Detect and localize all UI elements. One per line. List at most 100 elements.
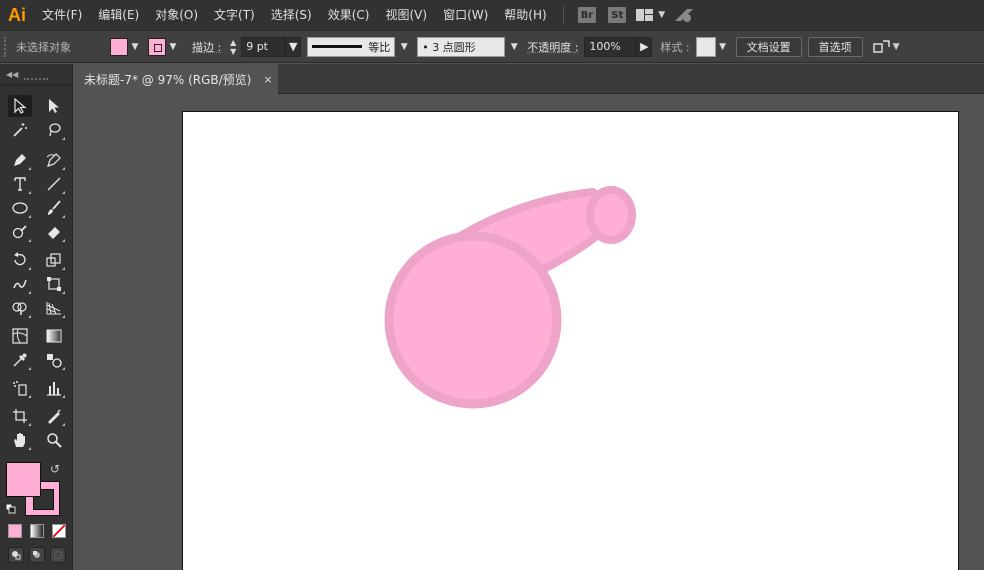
magic-wand-tool[interactable] (8, 119, 32, 141)
tools-panel-grip[interactable] (24, 78, 48, 80)
draw-inside-button[interactable] (50, 547, 66, 563)
slice-tool[interactable] (42, 405, 66, 427)
eraser-icon (48, 227, 60, 239)
menu-view[interactable]: 视图(V) (377, 0, 435, 30)
menu-object[interactable]: 对象(O) (147, 0, 206, 30)
direct-selection-tool[interactable] (42, 95, 66, 117)
blend-tool[interactable] (42, 349, 66, 371)
stroke-weight-stepper[interactable]: ▲ ▼ (227, 37, 239, 57)
swap-fill-stroke-icon[interactable]: ↺ (50, 462, 60, 476)
stroke-weight-input[interactable]: 9 pt (241, 36, 286, 57)
menu-help[interactable]: 帮助(H) (496, 0, 554, 30)
chevron-down-icon: ▼ (892, 41, 900, 52)
default-colors-icon[interactable] (6, 504, 16, 514)
document-tab[interactable]: 未标题-7* @ 97% (RGB/预览) × (74, 64, 278, 94)
line-tool[interactable] (42, 173, 66, 195)
artboard[interactable] (182, 111, 959, 570)
graphic-style-swatch[interactable] (695, 36, 716, 57)
perspective-grid-icon (46, 302, 61, 315)
whistle-body-shape[interactable] (384, 231, 562, 409)
curvature-tool[interactable] (42, 149, 66, 171)
style-label: 样式 : (660, 40, 690, 54)
chevron-down-icon[interactable]: ▼ (166, 38, 180, 56)
rotate-tool[interactable] (8, 249, 32, 271)
menu-edit[interactable]: 编辑(E) (90, 0, 147, 30)
draw-normal-icon (12, 551, 21, 560)
type-icon (14, 177, 26, 191)
stroke-profile-preview (312, 45, 363, 48)
warp-tool[interactable] (8, 273, 32, 295)
perspective-grid-tool[interactable] (42, 297, 66, 319)
type-tool[interactable] (8, 173, 32, 195)
symbol-sprayer-icon (13, 381, 27, 396)
gradient-mode-button[interactable] (30, 524, 44, 538)
lasso-tool[interactable] (42, 119, 66, 141)
draw-behind-button[interactable] (29, 547, 45, 563)
eraser-tool[interactable] (42, 221, 66, 243)
close-icon[interactable]: × (263, 73, 272, 86)
line-icon (47, 177, 61, 191)
control-bar-grip[interactable] (4, 36, 10, 57)
lasso-icon (49, 123, 61, 137)
drawing-mode-row (8, 547, 66, 563)
pen-tool[interactable] (8, 149, 32, 171)
artwork[interactable] (183, 112, 960, 570)
preferences-button[interactable]: 首选项 (807, 36, 863, 57)
zoom-tool[interactable] (42, 429, 66, 451)
free-transform-tool[interactable] (42, 273, 66, 295)
whistle-mouthpiece-shape[interactable] (586, 186, 636, 244)
draw-normal-button[interactable] (8, 547, 24, 563)
chevron-down-icon[interactable]: ▼ (507, 38, 521, 56)
shaper-icon (12, 225, 27, 239)
fill-swatch[interactable] (110, 37, 128, 56)
selection-tool[interactable] (8, 95, 32, 117)
slice-icon (48, 409, 61, 424)
eyedropper-tool[interactable] (8, 349, 32, 371)
gpu-performance-icon[interactable] (673, 7, 695, 23)
opacity-input[interactable]: 100% (584, 36, 637, 57)
symbol-sprayer-tool[interactable] (8, 377, 32, 399)
brush-definition-select[interactable]: • 3 点圆形 (417, 36, 506, 57)
canvas-area[interactable] (74, 95, 984, 570)
column-graph-tool[interactable] (42, 377, 66, 399)
workspace-layout-icon[interactable]: ▼ (636, 8, 665, 22)
bridge-icon[interactable]: Br (577, 7, 597, 23)
menu-separator (562, 6, 564, 24)
stroke-profile-label: 等比 (368, 40, 391, 54)
curvature-icon (46, 153, 61, 167)
paintbrush-tool[interactable] (42, 197, 66, 219)
mesh-tool[interactable] (8, 325, 32, 347)
chevron-down-icon[interactable]: ▼ (285, 36, 302, 57)
chevron-down-icon[interactable]: ▼ (716, 38, 730, 56)
menu-file[interactable]: 文件(F) (34, 0, 90, 30)
tools-panel-header[interactable]: ◀◀ (0, 64, 72, 86)
menu-type[interactable]: 文字(T) (206, 0, 263, 30)
stroke-label[interactable]: 描边 : (192, 39, 221, 55)
stroke-profile-select[interactable]: 等比 (307, 36, 396, 57)
menu-window[interactable]: 窗口(W) (435, 0, 496, 30)
arrange-documents-icon[interactable]: ▼ (872, 39, 900, 55)
opacity-label[interactable]: 不透明度 : (527, 39, 578, 55)
fill-color-box[interactable] (6, 462, 41, 497)
hand-tool[interactable] (8, 429, 32, 451)
stock-icon[interactable]: St (608, 7, 627, 23)
stroke-swatch[interactable] (148, 37, 166, 56)
menu-select[interactable]: 选择(S) (263, 0, 320, 30)
none-mode-button[interactable] (52, 524, 66, 538)
artboard-tool[interactable] (8, 405, 32, 427)
control-bar: 未选择对象 ▼ ▼ 描边 : ▲ ▼ 9 pt ▼ 等比 ▼ • 3 点圆形 ▼ … (0, 30, 984, 63)
scale-tool[interactable] (42, 249, 66, 271)
ellipse-tool[interactable] (8, 197, 32, 219)
menu-effect[interactable]: 效果(C) (320, 0, 378, 30)
chevron-down-icon[interactable]: ▼ (397, 38, 411, 56)
chevron-right-icon[interactable]: ▶ (636, 36, 653, 57)
mesh-icon (12, 328, 28, 344)
collapse-icon[interactable]: ◀◀ (6, 70, 18, 79)
shaper-tool[interactable] (8, 221, 32, 243)
chevron-down-icon[interactable]: ▼ (128, 38, 142, 56)
gradient-tool[interactable] (42, 325, 66, 347)
ellipse-icon (12, 202, 28, 214)
shape-builder-tool[interactable] (8, 297, 32, 319)
color-mode-button[interactable] (8, 524, 22, 538)
document-setup-button[interactable]: 文档设置 (735, 36, 802, 57)
